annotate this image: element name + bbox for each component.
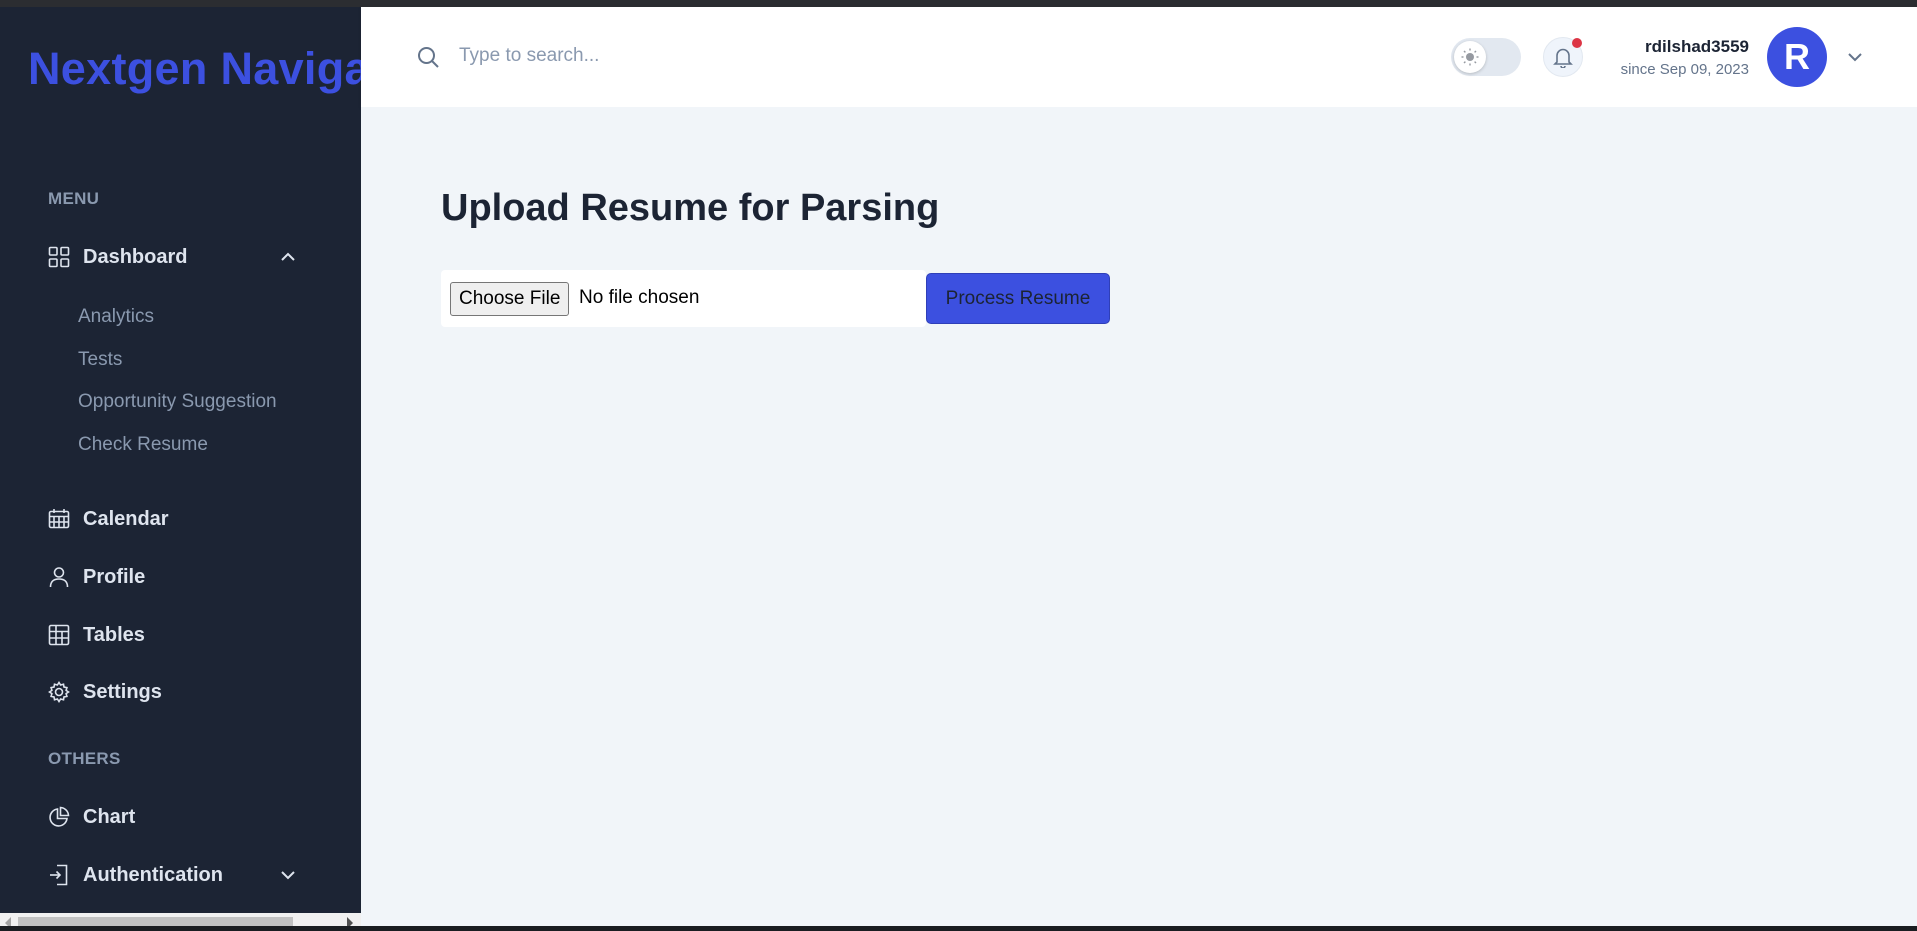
chevron-up-icon[interactable] [278, 247, 298, 267]
choose-file-button[interactable]: Choose File [450, 282, 570, 316]
sidebar-item-label: Tables [83, 623, 145, 646]
sidebar-item-calendar[interactable]: Calendar [48, 499, 318, 539]
dark-mode-toggle[interactable] [1451, 38, 1521, 76]
search-icon[interactable] [416, 45, 440, 69]
sidebar-item-label: Calendar [83, 507, 169, 530]
sidebar-item-authentication[interactable]: Authentication [48, 855, 318, 895]
user-since: since Sep 09, 2023 [1620, 61, 1749, 78]
login-icon [48, 864, 70, 886]
gear-icon [48, 681, 70, 703]
pie-chart-icon [48, 806, 70, 828]
chevron-down-icon[interactable] [278, 865, 298, 885]
scroll-right-arrow-icon[interactable] [347, 917, 353, 926]
user-name[interactable]: rdilshad3559 [1645, 37, 1749, 57]
sidebar-item-chart[interactable]: Chart [48, 797, 318, 837]
process-resume-button[interactable]: Process Resume [926, 273, 1110, 324]
grid-icon [48, 246, 70, 268]
sidebar-subitem-check-resume[interactable]: Check Resume [78, 434, 208, 456]
table-icon [48, 624, 70, 646]
search-input[interactable] [459, 41, 859, 71]
scrollbar-thumb[interactable] [18, 917, 293, 926]
menu-section-label: MENU [48, 189, 100, 208]
file-input[interactable]: Choose File No file chosen [441, 270, 926, 327]
page-title: Upload Resume for Parsing [441, 187, 940, 229]
toggle-knob [1454, 41, 1486, 73]
chevron-down-icon[interactable] [1845, 47, 1865, 67]
window-top-edge [0, 0, 1917, 7]
sidebar-item-label: Chart [83, 805, 136, 828]
others-section-label: OTHERS [48, 749, 121, 768]
sidebar-subitem-analytics[interactable]: Analytics [78, 306, 154, 328]
sidebar-subitem-tests[interactable]: Tests [78, 349, 122, 371]
horizontal-scrollbar[interactable] [0, 913, 361, 926]
notification-button[interactable] [1543, 37, 1583, 77]
main-content: Upload Resume for Parsing Choose File No… [361, 107, 1917, 926]
brand-title[interactable]: Nextgen Naviga [28, 43, 361, 95]
sidebar-item-label: Profile [83, 565, 146, 588]
sidebar-item-label: Settings [83, 680, 162, 703]
sidebar-item-settings[interactable]: Settings [48, 672, 318, 712]
sidebar-item-profile[interactable]: Profile [48, 557, 318, 597]
sidebar-item-label: Authentication [83, 863, 223, 886]
window-bottom-edge [0, 926, 1917, 931]
calendar-icon [48, 508, 70, 530]
file-status: No file chosen [579, 287, 700, 308]
sidebar-item-dashboard[interactable]: Dashboard [48, 237, 318, 277]
bell-icon [1553, 48, 1573, 68]
top-header: rdilshad3559 since Sep 09, 2023 R [361, 7, 1917, 107]
avatar[interactable]: R [1767, 27, 1827, 87]
sidebar: Nextgen Naviga MENU Dashboard Analytics … [0, 7, 361, 926]
sidebar-item-tables[interactable]: Tables [48, 615, 318, 655]
user-icon [48, 566, 70, 588]
notification-dot [1572, 38, 1582, 48]
scroll-left-arrow-icon[interactable] [5, 917, 11, 926]
sidebar-subitem-opportunity-suggestion[interactable]: Opportunity Suggestion [78, 391, 277, 413]
sun-icon [1461, 48, 1479, 66]
sidebar-item-label: Dashboard [83, 245, 188, 268]
